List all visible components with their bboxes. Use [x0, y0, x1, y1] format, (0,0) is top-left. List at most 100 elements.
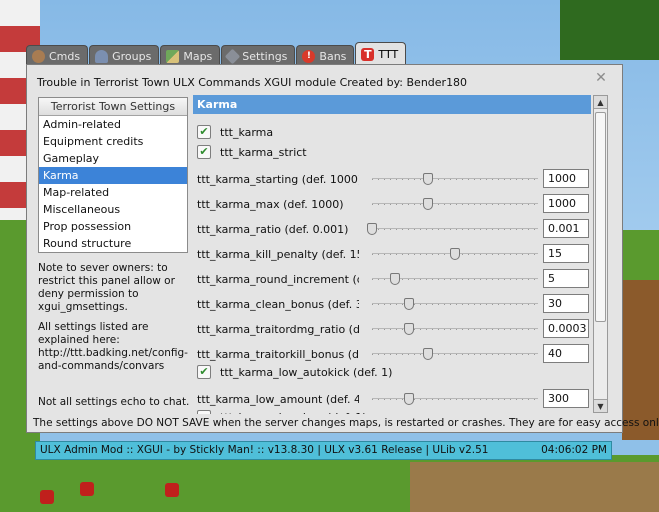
category-item-map-related[interactable]: Map-related — [39, 184, 187, 201]
panel-header: Trouble in Terrorist Town ULX Commands X… — [37, 76, 468, 89]
scrollbar-thumb[interactable] — [595, 112, 606, 322]
slider-row: ttt_karma_ratio (def. 0.001) 0.001 — [197, 219, 589, 239]
slider-line — [372, 353, 538, 354]
tab-groups[interactable]: Groups — [89, 45, 160, 66]
tab-bans[interactable]: ! Bans — [296, 45, 355, 66]
maps-icon — [166, 49, 180, 63]
slider-row: ttt_karma_max (def. 1000) 1000 — [197, 194, 589, 214]
slider-track[interactable] — [372, 273, 538, 285]
number-field[interactable]: 1000 — [543, 169, 589, 188]
number-field[interactable]: 30 — [543, 294, 589, 313]
tab-ttt[interactable]: T TTT — [355, 42, 407, 66]
tab-bar: Cmds Groups Maps Settings! Bans T TTT — [26, 42, 407, 66]
slider-knob[interactable] — [403, 298, 414, 310]
tab-label: Maps — [183, 49, 213, 63]
slider-track[interactable] — [372, 248, 538, 260]
slider-row: ttt_karma_kill_penalty (def. 15) 15 — [197, 244, 589, 264]
number-field[interactable]: 300 — [543, 389, 589, 408]
slider-line — [372, 328, 538, 329]
slider-label: ttt_karma_traitorkill_bonus (de... — [197, 348, 359, 361]
tab-label: TTT — [378, 48, 399, 61]
category-item-prop-possession[interactable]: Prop possession — [39, 218, 187, 235]
slider-knob[interactable] — [403, 393, 414, 405]
checkbox-row[interactable]: ✔ ttt_karma — [197, 124, 497, 141]
footer-warning: The settings above DO NOT SAVE when the … — [33, 417, 659, 429]
slider-track[interactable] — [367, 223, 538, 235]
number-field[interactable]: 0.001 — [543, 219, 589, 238]
category-list-header[interactable]: Terrorist Town Settings — [39, 98, 187, 116]
slider-knob[interactable] — [450, 248, 460, 260]
note-explained: All settings listed are explained here: … — [38, 321, 188, 372]
flower — [80, 482, 94, 496]
ttt-icon: T — [361, 48, 375, 61]
slider-knob[interactable] — [423, 173, 434, 185]
slider-knob[interactable] — [403, 323, 414, 335]
number-field[interactable]: 15 — [543, 244, 589, 263]
slider-track[interactable] — [372, 348, 538, 360]
slider-knob[interactable] — [390, 273, 401, 285]
slider-track[interactable] — [372, 393, 538, 405]
number-field[interactable]: 5 — [543, 269, 589, 288]
status-version: ULX Admin Mod :: XGUI - by Stickly Man! … — [40, 444, 489, 456]
slider-row: ttt_karma_low_amount (def. 4... 300 — [197, 389, 589, 409]
slider-track[interactable] — [372, 198, 538, 210]
tab-cmds[interactable]: Cmds — [26, 45, 89, 66]
note-permissions: Note to sever owners: to restrict this p… — [38, 262, 175, 313]
number-field[interactable]: 1000 — [543, 194, 589, 213]
checkmark-icon[interactable]: ✔ — [197, 145, 211, 159]
tab-label: Bans — [319, 49, 347, 63]
tab-settings[interactable]: Settings — [221, 45, 296, 66]
slider-track[interactable] — [372, 298, 538, 310]
tree-foliage — [560, 0, 659, 60]
status-bar: ULX Admin Mod :: XGUI - by Stickly Man! … — [35, 441, 612, 460]
flower — [165, 483, 179, 497]
checkbox-row[interactable]: ttt_karma_low_ban (def. 1) — [197, 409, 497, 414]
slider-knob[interactable] — [367, 223, 377, 235]
category-item-admin-related[interactable]: Admin-related — [39, 116, 187, 133]
settings-area: Karma ✔ ttt_karma ✔ ttt_karma_strict ttt_kar… — [193, 95, 610, 414]
checkbox-row[interactable]: ✔ ttt_karma_low_autokick (def. 1) — [197, 364, 497, 381]
slider-row: ttt_karma_round_increment (d... 5 — [197, 269, 589, 289]
slider-line — [372, 178, 538, 179]
wood-block — [622, 280, 659, 440]
tab-label: Cmds — [49, 49, 81, 63]
scrollbar[interactable]: ▲ ▼ — [593, 95, 608, 413]
status-clock: 04:06:02 PM — [541, 444, 607, 456]
slider-line — [372, 303, 538, 304]
checkbox-label: ttt_karma_low_ban (def. 1) — [220, 411, 367, 414]
checkbox-row[interactable]: ✔ ttt_karma_strict — [197, 144, 497, 161]
slider-knob[interactable] — [423, 348, 434, 360]
tab-maps[interactable]: Maps — [160, 45, 221, 66]
scroll-down-icon[interactable]: ▼ — [594, 399, 607, 412]
settings-icon — [225, 48, 241, 64]
number-field[interactable]: 40 — [543, 344, 589, 363]
checkbox-empty-icon[interactable] — [197, 410, 211, 414]
category-item-equipment-credits[interactable]: Equipment credits — [39, 133, 187, 150]
slider-line — [372, 398, 538, 399]
slider-track[interactable] — [372, 323, 538, 335]
category-item-gameplay[interactable]: Gameplay — [39, 150, 187, 167]
xgui-panel: Trouble in Terrorist Town ULX Commands X… — [26, 64, 659, 433]
checkbox-label: ttt_karma_low_autokick (def. 1) — [220, 366, 393, 379]
checkmark-icon[interactable]: ✔ — [197, 365, 211, 379]
slider-row: ttt_karma_starting (def. 1000) 1000 — [197, 169, 589, 189]
slider-track[interactable] — [372, 173, 538, 185]
category-item-miscellaneous[interactable]: Miscellaneous — [39, 201, 187, 218]
checkmark-icon[interactable]: ✔ — [197, 125, 211, 139]
tab-label: Groups — [112, 49, 152, 63]
number-field[interactable]: 0.0003 — [543, 319, 589, 338]
slider-knob[interactable] — [423, 198, 434, 210]
slider-row: ttt_karma_traitordmg_ratio (de... 0.0003 — [197, 319, 589, 339]
slider-label: ttt_karma_max (def. 1000) — [197, 198, 344, 211]
category-item-round-structure[interactable]: Round structure — [39, 235, 187, 252]
slider-label: ttt_karma_ratio (def. 0.001) — [197, 223, 349, 236]
category-item-karma[interactable]: Karma — [39, 167, 187, 184]
sand-ground — [410, 462, 659, 512]
checkbox-label: ttt_karma — [220, 126, 274, 139]
close-icon[interactable]: ✕ — [594, 71, 608, 85]
groups-icon — [95, 49, 109, 63]
scroll-up-icon[interactable]: ▲ — [594, 96, 607, 109]
settings-section-title[interactable]: Karma — [193, 95, 591, 114]
slider-row: ttt_karma_clean_bonus (def. 30) 30 — [197, 294, 589, 314]
slider-label: ttt_karma_low_amount (def. 4... — [197, 393, 359, 406]
